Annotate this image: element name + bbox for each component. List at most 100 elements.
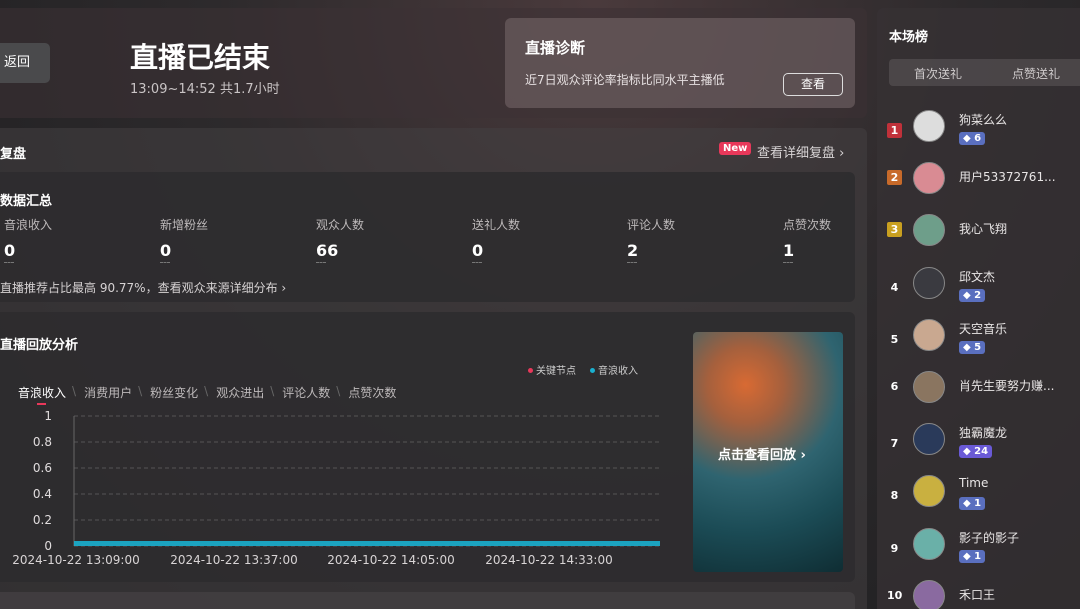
stat-value: 2 [627, 241, 639, 260]
user-name: 禾口王 [959, 587, 996, 602]
replay-tabs: 音浪收入 \ 消费用户 \ 粉丝变化 \ 观众进出 \ 评论人数 \ 点赞次数 [18, 384, 402, 401]
rank-item[interactable]: 8 Time ◆ 1 [877, 475, 1080, 525]
rank-number: 2 [887, 170, 902, 186]
stat-divider [316, 262, 326, 263]
avatar[interactable] [913, 371, 945, 403]
summary-title: 数据汇总 [0, 194, 53, 209]
avatar[interactable] [913, 475, 945, 508]
rank-item[interactable]: 7 独霸魔龙 ◆ 24 [877, 423, 1080, 473]
rank-number: 6 [890, 380, 899, 393]
tab-active-indicator [37, 403, 46, 405]
tab-first-gift[interactable]: 首次送礼 [914, 65, 962, 82]
stat-label: 送礼人数 [472, 218, 521, 232]
legend-entry: 关键节点 [528, 366, 576, 377]
header-panel: 返回 直播已结束 13:09~14:52 共1.7小时 直播诊断 近7日观众评论… [0, 8, 867, 118]
rank-title: 本场榜 [889, 30, 929, 45]
rank-item[interactable]: 10 禾口王 [877, 579, 1080, 609]
replay-tab[interactable]: 观众进出 [216, 384, 270, 401]
summary-card: 数据汇总 音浪收入 0 新增粉丝 0 观众人数 66 送礼人数 0 评论人数 2 点赞次数 1 直播推… [0, 172, 855, 302]
stat-item: 音浪收入 0 [4, 216, 124, 263]
fan-level-badge: ◆ 24 [959, 445, 993, 459]
x-tick-label: 2024-10-22 14:33:00 [485, 553, 612, 567]
avatar[interactable] [913, 162, 945, 195]
rank-item[interactable]: 6 肖先生要努力赚... [877, 371, 1080, 421]
rank-item[interactable]: 1 狗菜么么 ◆ 6 [877, 110, 1080, 160]
replay-video-thumbnail[interactable]: 点击查看回放 › [693, 332, 843, 572]
rank-item[interactable]: 2 用户53372761... [877, 162, 1080, 212]
user-name: 影子的影子 [959, 530, 1020, 545]
replay-tab[interactable]: 评论人数 [282, 384, 336, 401]
view-diagnosis-button[interactable]: 查看 [783, 73, 843, 96]
stat-value: 0 [4, 241, 16, 260]
fan-level-badge: ◆ 1 [959, 497, 986, 511]
legend-label: 关键节点 [536, 366, 576, 377]
stat-item: 新增粉丝 0 [160, 216, 280, 263]
user-name: 我心飞翔 [959, 222, 1008, 237]
chart-legend: 关键节点 音浪收入 [528, 362, 652, 377]
fan-level-value: 5 [974, 341, 982, 353]
stat-label: 评论人数 [627, 218, 676, 232]
stat-divider [4, 262, 14, 263]
avatar[interactable] [913, 423, 945, 456]
stat-divider [160, 262, 170, 263]
rank-panel: 本场榜 首次送礼 点赞送礼 1 狗菜么么 ◆ 6 2 用户53372761... 3 我心飞… [877, 8, 1080, 609]
y-tick-label: 0.2 [33, 513, 52, 527]
avatar[interactable] [913, 527, 945, 560]
detail-review-link[interactable]: 查看详细复盘 › [757, 142, 844, 161]
legend-entry: 音浪收入 [590, 366, 638, 377]
stat-label: 新增粉丝 [160, 218, 209, 232]
y-tick-label: 0.4 [33, 487, 52, 501]
stat-item: 观众人数 66 [316, 216, 436, 263]
stat-item: 评论人数 2 [627, 216, 747, 263]
user-name: Time [959, 476, 989, 491]
rank-number: 4 [890, 280, 899, 294]
recommendation-link[interactable]: 直播推荐占比最高 90.77%，查看观众来源详细分布 › [0, 279, 286, 296]
legend-dot [590, 368, 595, 373]
replay-tab[interactable]: 粉丝变化 [150, 384, 204, 401]
legend-label: 音浪收入 [598, 366, 638, 377]
y-tick-label: 1 [44, 410, 52, 423]
rank-item[interactable]: 3 我心飞翔 [877, 214, 1080, 264]
tab-separator: \ [336, 384, 341, 398]
x-tick-label: 2024-10-22 14:05:00 [327, 553, 454, 567]
legend-dot [528, 368, 533, 373]
stat-label: 音浪收入 [4, 218, 53, 232]
fan-level-badge: ◆ 2 [959, 288, 986, 302]
diagnosis-desc: 近7日观众评论率指标比同水平主播低 [525, 73, 725, 87]
back-button[interactable]: 返回 [0, 43, 50, 83]
stat-value: 0 [160, 241, 172, 260]
tab-separator: \ [204, 384, 209, 398]
rank-tabs: 首次送礼 点赞送礼 [889, 59, 1080, 86]
user-name: 用户53372761... [959, 170, 1056, 185]
stat-item: 送礼人数 0 [472, 216, 592, 263]
stat-label: 观众人数 [316, 218, 365, 232]
avatar[interactable] [913, 110, 945, 142]
y-tick-label: 0.8 [33, 435, 52, 449]
avatar[interactable] [913, 214, 945, 247]
rank-number: 9 [890, 541, 899, 555]
view-replay-label: 点击查看回放 › [718, 448, 806, 463]
review-title: 复盘 [0, 147, 27, 162]
avatar[interactable] [913, 318, 945, 351]
diagnosis-title: 直播诊断 [525, 39, 586, 57]
fan-level-badge: ◆ 6 [959, 132, 986, 145]
fan-level-value: 2 [974, 289, 982, 301]
rank-item[interactable]: 5 天空音乐 ◆ 5 [877, 318, 1080, 369]
rank-number: 10 [887, 588, 903, 602]
tab-like-gift[interactable]: 点赞送礼 [1012, 65, 1060, 82]
replay-tab[interactable]: 音浪收入 [18, 384, 72, 401]
user-name: 独霸魔龙 [959, 426, 1008, 441]
avatar[interactable] [913, 266, 945, 299]
rank-number: 1 [887, 123, 902, 138]
fan-level-badge: ◆ 5 [959, 340, 986, 354]
stat-value: 0 [472, 241, 484, 260]
stat-divider [627, 262, 637, 263]
page-title: 直播已结束 [130, 41, 271, 74]
rank-item[interactable]: 9 影子的影子 ◆ 1 [877, 527, 1080, 578]
avatar[interactable] [913, 579, 945, 609]
rank-number: 3 [887, 222, 902, 238]
rank-item[interactable]: 4 邱文杰 ◆ 2 [877, 266, 1080, 317]
replay-tab[interactable]: 点赞次数 [348, 384, 402, 401]
y-tick-label: 0.6 [33, 461, 52, 475]
replay-tab[interactable]: 消费用户 [84, 384, 138, 401]
